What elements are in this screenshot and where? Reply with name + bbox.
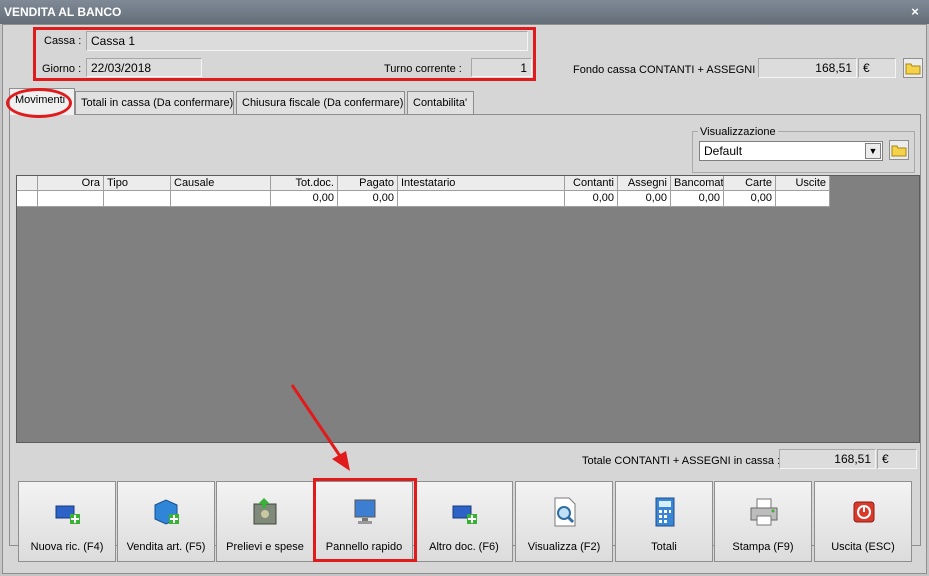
table-cell: 0,00 [271,191,338,207]
folder-icon [891,145,907,157]
table-cell [17,191,38,207]
tab-contabilita[interactable]: Contabilita' [407,91,474,114]
column-header[interactable]: Carte [724,176,776,191]
button-label: Visualizza (F2) [527,541,601,553]
column-header[interactable]: Tot.doc. [271,176,338,191]
table-cell: 0,00 [565,191,618,207]
view-select-value: Default [704,144,743,158]
view-select[interactable]: Default ▼ [699,141,883,161]
button-label: Altro doc. (F6) [429,541,499,553]
prelievi-spese-button[interactable]: Prelievi e spese [216,481,314,562]
monitor-plus-icon [452,505,477,524]
window-title: VENDITA AL BANCO [0,0,929,24]
table-cell: 0,00 [618,191,671,207]
table-cell [104,191,171,207]
printer-icon [750,498,778,526]
button-highlight [313,478,417,562]
grid-header: Ora Tipo Causale Tot.doc. Pagato Intestatario… [17,176,830,191]
table-cell [38,191,104,207]
button-label: Totali [651,541,677,553]
close-icon[interactable]: × [904,0,926,24]
chevron-down-icon[interactable]: ▼ [865,143,881,159]
table-cell [398,191,565,207]
column-header[interactable]: Ora [38,176,104,191]
column-header[interactable]: Uscite [776,176,830,191]
table-cell: 0,00 [671,191,724,207]
totali-button[interactable]: Totali [615,481,713,562]
safe-icon [253,498,277,525]
column-header[interactable]: Tipo [104,176,171,191]
uscita-button[interactable]: Uscita (ESC) [814,481,912,562]
header-highlight [33,27,536,81]
table-cell [171,191,271,207]
column-header[interactable]: Intestatario [398,176,565,191]
nuova-ric-button[interactable]: Nuova ric. (F4) [18,481,116,562]
totale-label: Totale CONTANTI + ASSEGNI in cassa : [582,455,781,467]
column-header[interactable]: Causale [171,176,271,191]
button-label: Stampa (F9) [732,541,794,553]
table-row[interactable]: 0,00 0,00 0,00 0,00 0,00 0,00 [17,191,830,207]
view-label: Visualizzazione [698,124,778,140]
column-header[interactable] [17,176,38,191]
document-search-icon [554,497,576,527]
button-label: Vendita art. (F5) [126,541,206,553]
fondo-field: 168,51 [758,58,857,78]
fondo-label: Fondo cassa CONTANTI + ASSEGNI : [573,64,762,76]
view-folder-button[interactable] [889,140,909,160]
table-cell: 0,00 [338,191,398,207]
folder-icon [905,63,921,75]
visualizza-button[interactable]: Visualizza (F2) [515,481,613,562]
fondo-currency: € [858,58,896,78]
column-header[interactable]: Assegni [618,176,671,191]
button-label: Prelievi e spese [226,541,304,553]
column-header[interactable]: Pagato [338,176,398,191]
box-plus-icon [154,499,179,525]
button-label: Uscita (ESC) [831,541,895,553]
vendita-art-button[interactable]: Vendita art. (F5) [117,481,215,562]
altro-doc-button[interactable]: Altro doc. (F6) [415,481,513,562]
tab-chiusura-fiscale[interactable]: Chiusura fiscale (Da confermare) [236,91,405,114]
table-cell [776,191,830,207]
red-arrow-icon [290,384,350,471]
totale-field: 168,51 [779,449,876,469]
monitor-plus-icon [55,505,80,524]
calculator-icon [655,497,675,527]
tab-highlight [6,88,72,118]
button-label: Nuova ric. (F4) [30,541,104,553]
column-header[interactable]: Bancomat [671,176,724,191]
stampa-button[interactable]: Stampa (F9) [714,481,812,562]
folder-button[interactable] [903,58,923,78]
totale-currency: € [877,449,917,469]
column-header[interactable]: Contanti [565,176,618,191]
tab-totali-in-cassa[interactable]: Totali in cassa (Da confermare) [75,91,234,114]
movements-grid[interactable] [16,175,920,443]
table-cell: 0,00 [724,191,776,207]
power-icon [853,501,875,523]
